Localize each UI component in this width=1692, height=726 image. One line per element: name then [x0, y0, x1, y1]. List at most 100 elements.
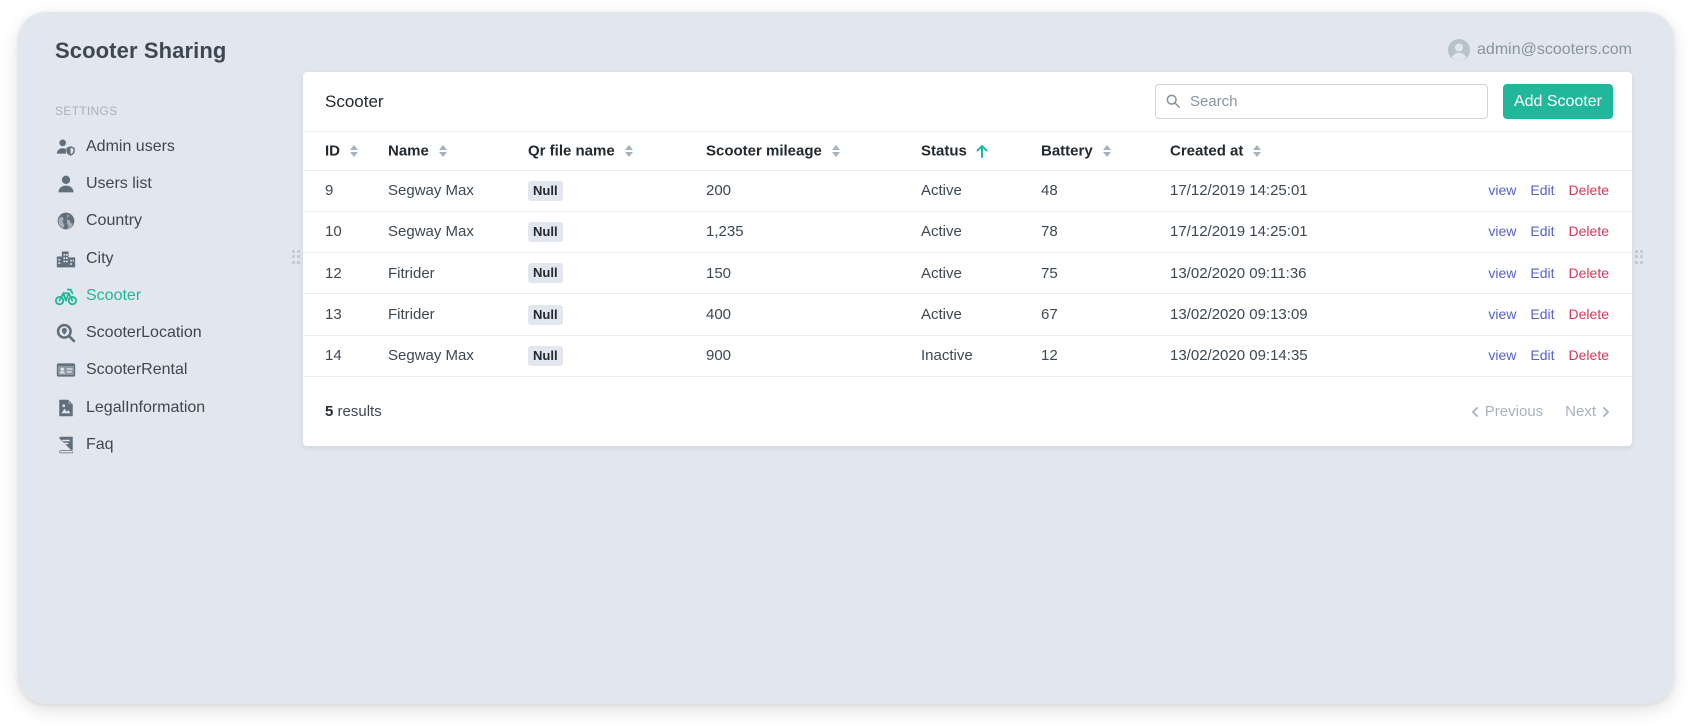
cell-name: Segway Max — [388, 170, 528, 212]
next-label: Next — [1565, 403, 1596, 421]
cell-name: Fitrider — [388, 293, 528, 336]
cell-name: Fitrider — [388, 252, 528, 295]
user-circle-icon — [1447, 38, 1471, 62]
null-badge: Null — [528, 180, 563, 201]
column-header-status[interactable]: Status — [921, 132, 1041, 171]
column-header-created-at[interactable]: Created at — [1170, 132, 1430, 171]
column-header-name[interactable]: Name — [388, 132, 528, 171]
view-link[interactable]: view — [1488, 182, 1516, 198]
cell-qr: Null — [528, 211, 706, 254]
cell-status: Active — [921, 293, 1041, 336]
results-count: 5 results — [325, 403, 1471, 420]
column-header-scooter-mileage[interactable]: Scooter mileage — [706, 132, 921, 171]
cell-created-at: 13/02/2020 09:13:09 — [1170, 293, 1430, 336]
sidebar-item-label: Admin users — [86, 137, 175, 155]
sort-ascending-icon — [976, 145, 988, 159]
resize-handle-left[interactable] — [292, 250, 300, 264]
cell-qr: Null — [528, 170, 706, 212]
delete-link[interactable]: Delete — [1569, 265, 1609, 281]
cell-id: 10 — [303, 211, 388, 254]
column-header-id[interactable]: ID — [303, 132, 388, 171]
scooter-card: Scooter Add Scooter ID Name Qr file name… — [303, 72, 1632, 446]
card-header: Scooter Add Scooter — [303, 72, 1632, 132]
sidebar-item-scooter[interactable]: Scooter — [55, 277, 285, 314]
column-header-actions — [1430, 132, 1632, 171]
previous-button[interactable]: Previous — [1471, 403, 1543, 420]
edit-link[interactable]: Edit — [1530, 223, 1554, 239]
previous-label: Previous — [1484, 403, 1544, 421]
chevron-left-icon — [1471, 407, 1478, 417]
sidebar-item-admin-users[interactable]: Admin users — [55, 128, 285, 165]
app-title: Scooter Sharing — [55, 38, 227, 63]
delete-link[interactable]: Delete — [1569, 347, 1609, 363]
table-row: 9 Segway Max Null 200 Active 48 17/12/20… — [303, 170, 1632, 212]
book-icon — [55, 434, 77, 456]
sidebar-item-country[interactable]: Country — [55, 203, 285, 240]
cell-created-at: 13/02/2020 09:11:36 — [1170, 252, 1430, 295]
search-location-icon — [55, 322, 77, 344]
cell-actions: view Edit Delete — [1430, 335, 1632, 377]
table-row: 13 Fitrider Null 400 Active 67 13/02/202… — [303, 293, 1632, 336]
city-icon — [55, 248, 77, 270]
table-row: 14 Segway Max Null 900 Inactive 12 13/02… — [303, 335, 1632, 377]
resize-handle-right[interactable] — [1635, 250, 1643, 264]
delete-link[interactable]: Delete — [1569, 182, 1609, 198]
sidebar-item-faq[interactable]: Faq — [55, 426, 285, 463]
sidebar-item-scooter-location[interactable]: ScooterLocation — [55, 314, 285, 351]
cell-actions: view Edit Delete — [1430, 252, 1632, 295]
cell-actions: view Edit Delete — [1430, 170, 1632, 212]
user-email: admin@scooters.com — [1477, 41, 1632, 58]
cell-status: Inactive — [921, 335, 1041, 377]
sidebar-item-label: Faq — [86, 436, 114, 454]
table-header-row: ID Name Qr file name Scooter mileage Sta… — [303, 132, 1632, 171]
column-header-battery[interactable]: Battery — [1041, 132, 1170, 171]
cell-qr: Null — [528, 252, 706, 295]
sort-icon — [350, 145, 358, 158]
null-badge: Null — [528, 263, 563, 284]
add-scooter-button[interactable]: Add Scooter — [1502, 84, 1613, 119]
next-button[interactable]: Next — [1565, 403, 1610, 420]
user-menu[interactable]: admin@scooters.com — [1447, 26, 1632, 74]
cell-actions: view Edit Delete — [1430, 293, 1632, 336]
cell-mileage: 150 — [706, 252, 921, 295]
edit-link[interactable]: Edit — [1530, 306, 1554, 322]
search-input[interactable] — [1189, 93, 1470, 110]
edit-link[interactable]: Edit — [1530, 265, 1554, 281]
cell-battery: 48 — [1041, 170, 1170, 212]
cell-qr: Null — [528, 335, 706, 377]
cell-id: 14 — [303, 335, 388, 377]
search-box[interactable] — [1154, 84, 1488, 119]
delete-link[interactable]: Delete — [1569, 306, 1609, 322]
view-link[interactable]: view — [1488, 223, 1516, 239]
cell-mileage: 400 — [706, 293, 921, 336]
edit-link[interactable]: Edit — [1530, 182, 1554, 198]
null-badge: Null — [528, 221, 563, 242]
pagination: Previous Next — [1471, 403, 1610, 420]
cell-status: Active — [921, 211, 1041, 254]
scooter-icon — [55, 285, 77, 307]
column-header-qr-file-name[interactable]: Qr file name — [528, 132, 706, 171]
sidebar-item-users-list[interactable]: Users list — [55, 165, 285, 202]
cell-created-at: 17/12/2019 14:25:01 — [1170, 170, 1430, 212]
cell-battery: 75 — [1041, 252, 1170, 295]
view-link[interactable]: view — [1488, 265, 1516, 281]
sort-icon — [438, 145, 447, 158]
sidebar-item-legal-information[interactable]: LegalInformation — [55, 389, 285, 426]
cell-mileage: 900 — [706, 335, 921, 377]
sidebar-item-city[interactable]: City — [55, 240, 285, 277]
edit-link[interactable]: Edit — [1530, 347, 1554, 363]
cell-mileage: 1,235 — [706, 211, 921, 254]
cell-id: 13 — [303, 293, 388, 336]
id-card-icon — [55, 359, 77, 381]
cell-qr: Null — [528, 293, 706, 336]
delete-link[interactable]: Delete — [1569, 223, 1609, 239]
card-footer: 5 results Previous Next — [303, 377, 1632, 447]
view-link[interactable]: view — [1488, 306, 1516, 322]
view-link[interactable]: view — [1488, 347, 1516, 363]
sidebar-item-scooter-rental[interactable]: ScooterRental — [55, 352, 285, 389]
chevron-right-icon — [1603, 407, 1609, 417]
sort-icon — [831, 145, 840, 158]
document-icon — [55, 397, 77, 419]
cell-created-at: 13/02/2020 09:14:35 — [1170, 335, 1430, 377]
table-row: 12 Fitrider Null 150 Active 75 13/02/202… — [303, 252, 1632, 295]
